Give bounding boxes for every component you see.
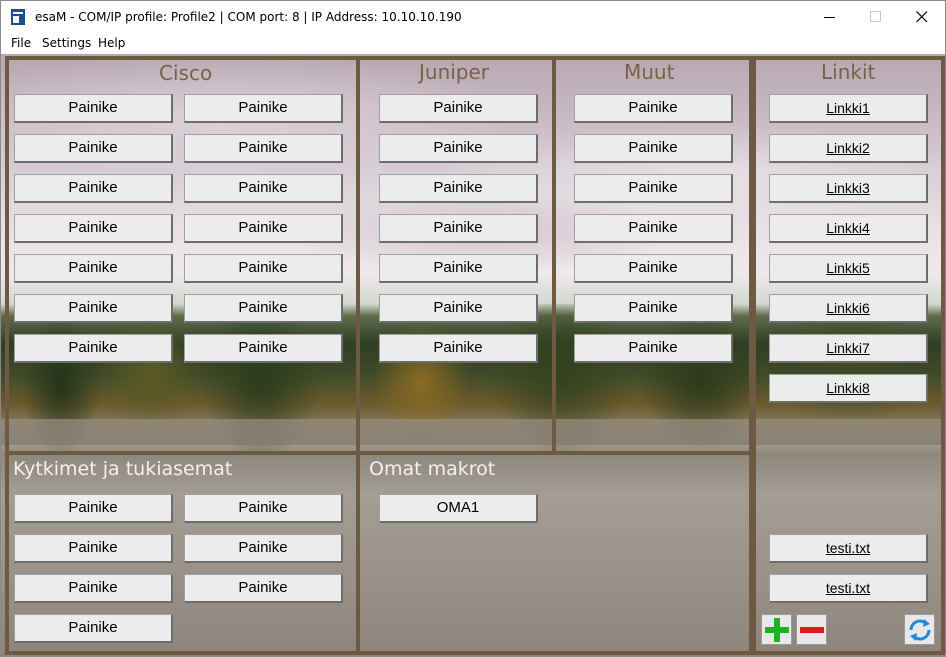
link-button-3[interactable]: Linkki3 [769,174,928,203]
link-button-2[interactable]: Linkki2 [769,134,928,163]
menu-settings[interactable]: Settings [42,36,91,50]
app-window: esaM - COM/IP profile: Profile2 | COM po… [0,0,946,657]
kytkimet-button[interactable]: Painike [184,534,343,563]
muut-button[interactable]: Painike [574,134,733,163]
juniper-button[interactable]: Painike [379,254,538,283]
linkit-title: Linkit [821,60,876,84]
link-button-4[interactable]: Linkki4 [769,214,928,243]
cisco-button[interactable]: Painike [184,334,343,363]
menu-bar: File Settings Help [1,33,945,54]
main-content: Cisco Juniper Muut Linkit Kytkimet ja tu… [1,54,945,656]
juniper-button[interactable]: Painike [379,134,538,163]
link-label: Linkki3 [826,180,870,196]
close-icon [916,11,928,23]
cisco-button[interactable]: Painike [184,214,343,243]
link-label: Linkki1 [826,100,870,116]
cisco-button[interactable]: Painike [184,94,343,123]
link-label: Linkki8 [826,380,870,396]
window-title: esaM - COM/IP profile: Profile2 | COM po… [35,10,462,24]
link-label: Linkki2 [826,140,870,156]
file-link-label: testi.txt [825,580,871,596]
kytkimet-button[interactable]: Painike [14,494,173,523]
kytkimet-button[interactable]: Painike [14,614,173,643]
muut-title: Muut [624,60,675,84]
app-icon [11,9,25,25]
cisco-button[interactable]: Painike [184,294,343,323]
cisco-button[interactable]: Painike [14,134,173,163]
minus-icon [800,627,824,633]
remove-button[interactable] [796,614,827,645]
muut-button[interactable]: Painike [574,94,733,123]
kytkimet-button[interactable]: Painike [184,494,343,523]
muut-button[interactable]: Painike [574,334,733,363]
link-button-7[interactable]: Linkki7 [769,334,928,363]
cisco-button[interactable]: Painike [14,174,173,203]
cisco-button[interactable]: Painike [184,254,343,283]
cisco-title: Cisco [159,61,213,85]
muut-button[interactable]: Painike [574,174,733,203]
juniper-button[interactable]: Painike [379,94,538,123]
file-link-button-2[interactable]: testi.txt [769,574,928,603]
cisco-button[interactable]: Painike [184,174,343,203]
link-label: Linkki5 [826,260,870,276]
cisco-button[interactable]: Painike [184,134,343,163]
menu-file[interactable]: File [11,36,31,50]
link-label: Linkki6 [826,300,870,316]
cisco-button[interactable]: Painike [14,334,173,363]
link-button-6[interactable]: Linkki6 [769,294,928,323]
kytkimet-button[interactable]: Painike [14,574,173,603]
omat-makrot-title: Omat makrot [369,458,496,480]
juniper-button[interactable]: Painike [379,214,538,243]
muut-button[interactable]: Painike [574,214,733,243]
juniper-button[interactable]: Painike [379,334,538,363]
muut-button[interactable]: Painike [574,294,733,323]
kytkimet-button[interactable]: Painike [184,574,343,603]
menu-help[interactable]: Help [98,36,125,50]
link-button-5[interactable]: Linkki5 [769,254,928,283]
minimize-button[interactable] [807,1,853,33]
file-link-label: testi.txt [825,540,871,556]
maximize-icon [870,11,881,22]
link-label: Linkki7 [826,340,870,356]
close-button[interactable] [899,1,945,33]
link-button-1[interactable]: Linkki1 [769,94,928,123]
kytkimet-title: Kytkimet ja tukiasemat [13,458,233,480]
juniper-button[interactable]: Painike [379,294,538,323]
link-label: Linkki4 [826,220,870,236]
refresh-icon [909,619,931,641]
add-button[interactable] [761,614,792,645]
file-link-button-1[interactable]: testi.txt [769,534,928,563]
cisco-button[interactable]: Painike [14,294,173,323]
refresh-button[interactable] [904,614,935,645]
juniper-button[interactable]: Painike [379,174,538,203]
macro-button-oma1[interactable]: OMA1 [379,494,538,523]
maximize-button[interactable] [853,1,899,33]
link-button-8[interactable]: Linkki8 [769,374,928,403]
minimize-icon [824,17,835,18]
cisco-button[interactable]: Painike [14,214,173,243]
kytkimet-button[interactable]: Painike [14,534,173,563]
omat-makrot-panel [356,451,753,655]
juniper-title: Juniper [419,60,490,84]
title-bar: esaM - COM/IP profile: Profile2 | COM po… [1,1,945,33]
plus-icon [765,618,789,642]
muut-button[interactable]: Painike [574,254,733,283]
cisco-button[interactable]: Painike [14,94,173,123]
cisco-button[interactable]: Painike [14,254,173,283]
